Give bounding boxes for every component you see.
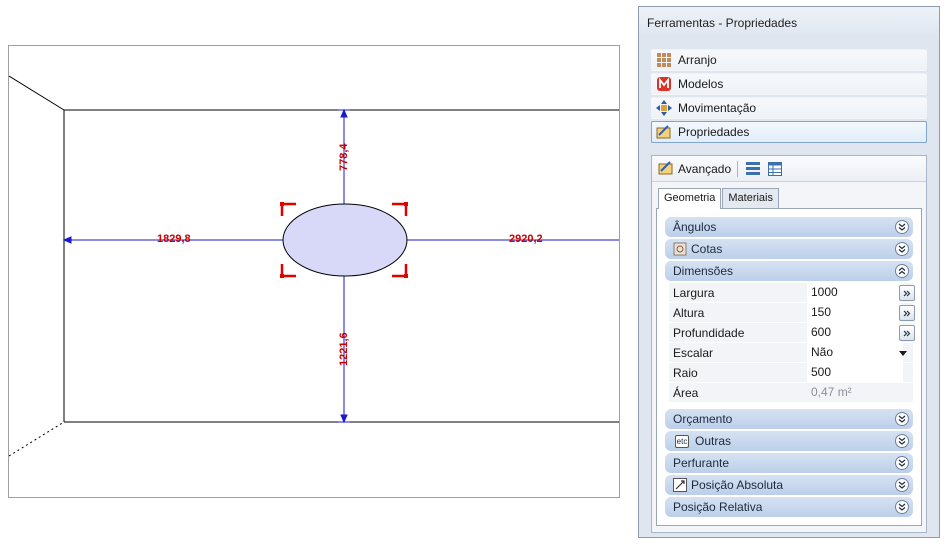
tab-materiais[interactable]: Materiais [722,188,779,208]
etc-icon: etc [673,434,691,448]
group-label: Posição Absoluta [691,478,784,492]
m-logo-icon [656,76,672,92]
largura-input[interactable]: 1000 [807,283,901,302]
property-label: Raio [673,365,698,380]
expand-button[interactable] [899,325,915,341]
group-posicao-relativa[interactable]: Posição Relativa [665,497,913,517]
chevron-down-icon[interactable] [895,412,909,426]
area-value: 0,47 m² [807,383,901,402]
selection-corner-br [392,264,408,278]
property-label: Escalar [673,345,714,360]
chevron-down-icon[interactable] [895,434,909,448]
property-row-altura: Altura 150 [669,303,915,323]
group-label: Outras [695,434,732,448]
chevron-down-icon[interactable] [895,478,909,492]
category-label: Movimentação [678,101,757,115]
raio-input[interactable]: 500 [807,363,903,382]
group-label: Perfurante [673,456,730,470]
perspective-edge-top [9,75,65,111]
group-label: Cotas [691,242,723,256]
category-movimentacao[interactable]: Movimentação [651,97,927,119]
selection-handle-tr[interactable] [404,202,408,206]
dim-label-right: 2920,2 [509,233,543,245]
chevron-down-icon[interactable] [895,500,909,514]
chevron-down-icon[interactable] [895,220,909,234]
property-label: Área [673,385,699,400]
properties-panel: Ferramentas - Propriedades Arranjo Model… [638,6,940,538]
property-row-area: Área 0,47 m² [669,383,913,403]
property-row-profundidade: Profundidade 600 [669,323,915,343]
group-label: Posição Relativa [673,500,763,514]
escalar-select[interactable]: Não [807,343,903,362]
dim-label-left: 1829,8 [157,233,191,245]
selection-corner-bl [280,264,296,278]
group-posicao-absoluta[interactable]: Posição Absoluta [665,475,913,495]
tab-strip: Geometria Materiais [658,188,780,209]
property-label: Profundidade [673,325,745,340]
toolbar-separator [737,160,739,177]
selection-handle-br[interactable] [404,274,408,278]
dim-arrow-bottom [340,414,348,424]
dim-arrow-left [62,236,72,244]
property-row-raio: Raio 500 [669,363,913,383]
category-modelos[interactable]: Modelos [651,73,927,95]
etc-icon-text: etc [674,434,690,448]
group-label: Ângulos [673,220,717,234]
chevron-down-icon[interactable] [895,242,909,256]
advanced-toolbar: Avançado [652,156,926,182]
category-arranjo[interactable]: Arranjo [651,49,927,71]
advanced-panel: Avançado Geometria Materiais Ângulos Cot… [651,155,927,533]
table-view-icon[interactable] [768,161,783,176]
expand-button[interactable] [899,285,915,301]
selection-handle-bl[interactable] [280,274,284,278]
grid-icon [656,52,672,68]
move-icon [656,100,672,116]
dim-label-bottom: 1221,6 [338,332,350,366]
group-dimensoes[interactable]: Dimensões [665,261,913,281]
chevron-down-icon[interactable] [895,456,909,470]
selected-ellipse[interactable] [282,203,408,277]
property-row-escalar: Escalar Não [669,343,913,363]
dimension-icon [673,242,687,256]
expand-button[interactable] [899,305,915,321]
property-row-largura: Largura 1000 [669,283,915,303]
profundidade-input[interactable]: 600 [807,323,901,342]
tab-geometria[interactable]: Geometria [658,188,722,209]
altura-input[interactable]: 150 [807,303,901,322]
chevron-up-icon[interactable] [895,264,909,278]
property-label: Largura [673,285,715,300]
category-label: Modelos [678,77,724,91]
category-propriedades[interactable]: Propriedades [651,121,927,143]
group-label: Dimensões [673,264,734,278]
properties-icon [656,124,672,140]
group-orcamento[interactable]: Orçamento [665,409,913,429]
group-cotas[interactable]: Cotas [665,239,913,259]
perspective-edge-bottom [9,421,65,457]
group-perfurante[interactable]: Perfurante [665,453,913,473]
selection-corner-tl [280,202,296,216]
advanced-icon [658,160,674,177]
drawing-svg[interactable]: 1829,8 2920,2 778,4 1221,6 [9,46,620,498]
group-outras[interactable]: etc Outras [665,431,913,451]
dim-label-top: 778,4 [338,143,350,171]
group-label: Orçamento [673,412,733,426]
selection-handle-tl[interactable] [280,202,284,206]
category-label: Arranjo [678,53,717,67]
property-label: Altura [673,305,705,320]
category-label: Propriedades [678,125,750,139]
advanced-label[interactable]: Avançado [678,162,731,176]
dim-arrow-top [340,108,348,118]
panel-title: Ferramentas - Propriedades [639,7,939,37]
dropdown-arrow-icon[interactable] [899,351,907,356]
categorized-view-icon[interactable] [746,161,761,176]
tab-content: Ângulos Cotas Dimensões Largura 1000 Alt… [656,208,922,526]
selection-corner-tr [392,202,408,216]
position-icon [673,478,687,492]
group-angulos[interactable]: Ângulos [665,217,913,237]
drawing-canvas[interactable]: 1829,8 2920,2 778,4 1221,6 [8,45,620,498]
